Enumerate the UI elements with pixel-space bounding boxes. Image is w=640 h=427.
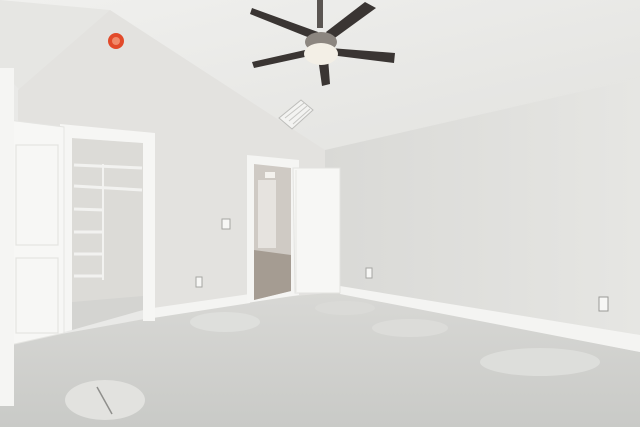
light-switch-icon bbox=[221, 218, 231, 230]
floor-patch bbox=[480, 348, 600, 376]
room-photo bbox=[0, 0, 640, 427]
hall-door bbox=[292, 167, 341, 294]
hall-far-wall bbox=[258, 180, 276, 248]
door-edge bbox=[0, 68, 14, 406]
room-scene bbox=[0, 0, 640, 427]
outlet-icon bbox=[365, 267, 373, 279]
floor-patch bbox=[190, 312, 260, 332]
floor-patch bbox=[315, 301, 375, 315]
floor-patch bbox=[372, 319, 448, 337]
hall-light bbox=[265, 172, 275, 178]
outlet-icon bbox=[195, 276, 203, 288]
smoke-detector-icon bbox=[108, 33, 124, 49]
outlet-icon bbox=[598, 296, 609, 312]
